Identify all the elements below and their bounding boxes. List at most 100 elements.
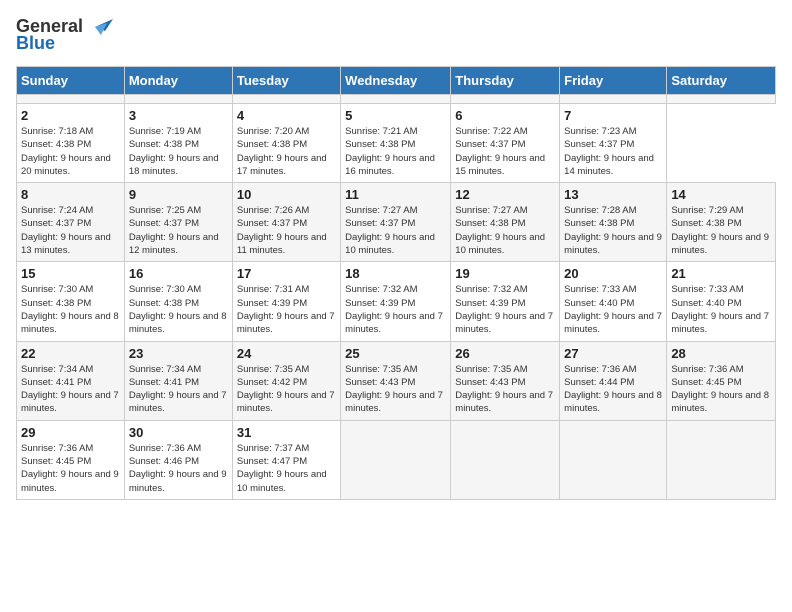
day-info: Sunrise: 7:34 AM Sunset: 4:41 PM Dayligh…	[129, 363, 228, 416]
calendar-cell: 20 Sunrise: 7:33 AM Sunset: 4:40 PM Dayl…	[560, 262, 667, 341]
day-number: 13	[564, 187, 662, 202]
day-number: 26	[455, 346, 555, 361]
day-number: 11	[345, 187, 446, 202]
day-number: 30	[129, 425, 228, 440]
calendar-cell	[17, 95, 125, 104]
calendar-cell: 16 Sunrise: 7:30 AM Sunset: 4:38 PM Dayl…	[124, 262, 232, 341]
day-number: 23	[129, 346, 228, 361]
calendar-cell: 5 Sunrise: 7:21 AM Sunset: 4:38 PM Dayli…	[341, 104, 451, 183]
calendar-cell	[451, 420, 560, 499]
calendar-cell: 27 Sunrise: 7:36 AM Sunset: 4:44 PM Dayl…	[560, 341, 667, 420]
day-number: 20	[564, 266, 662, 281]
day-number: 27	[564, 346, 662, 361]
day-number: 29	[21, 425, 120, 440]
day-number: 16	[129, 266, 228, 281]
calendar-cell: 13 Sunrise: 7:28 AM Sunset: 4:38 PM Dayl…	[560, 183, 667, 262]
calendar-cell: 29 Sunrise: 7:36 AM Sunset: 4:45 PM Dayl…	[17, 420, 125, 499]
calendar-cell: 19 Sunrise: 7:32 AM Sunset: 4:39 PM Dayl…	[451, 262, 560, 341]
day-of-week-header: Saturday	[667, 67, 776, 95]
logo-container: General Blue	[16, 16, 113, 54]
calendar-cell: 15 Sunrise: 7:30 AM Sunset: 4:38 PM Dayl…	[17, 262, 125, 341]
day-info: Sunrise: 7:35 AM Sunset: 4:42 PM Dayligh…	[237, 363, 336, 416]
day-info: Sunrise: 7:20 AM Sunset: 4:38 PM Dayligh…	[237, 125, 336, 178]
day-info: Sunrise: 7:36 AM Sunset: 4:46 PM Dayligh…	[129, 442, 228, 495]
calendar-cell: 23 Sunrise: 7:34 AM Sunset: 4:41 PM Dayl…	[124, 341, 232, 420]
day-number: 28	[671, 346, 771, 361]
calendar-cell	[667, 95, 776, 104]
day-info: Sunrise: 7:19 AM Sunset: 4:38 PM Dayligh…	[129, 125, 228, 178]
day-number: 14	[671, 187, 771, 202]
day-info: Sunrise: 7:18 AM Sunset: 4:38 PM Dayligh…	[21, 125, 120, 178]
logo-bird-icon	[85, 17, 113, 37]
day-of-week-header: Sunday	[17, 67, 125, 95]
calendar-cell	[341, 420, 451, 499]
day-number: 8	[21, 187, 120, 202]
calendar-cell: 17 Sunrise: 7:31 AM Sunset: 4:39 PM Dayl…	[232, 262, 340, 341]
day-info: Sunrise: 7:33 AM Sunset: 4:40 PM Dayligh…	[564, 283, 662, 336]
day-info: Sunrise: 7:37 AM Sunset: 4:47 PM Dayligh…	[237, 442, 336, 495]
day-info: Sunrise: 7:28 AM Sunset: 4:38 PM Dayligh…	[564, 204, 662, 257]
day-number: 3	[129, 108, 228, 123]
day-info: Sunrise: 7:25 AM Sunset: 4:37 PM Dayligh…	[129, 204, 228, 257]
calendar-cell	[341, 95, 451, 104]
calendar-cell	[667, 420, 776, 499]
day-info: Sunrise: 7:27 AM Sunset: 4:37 PM Dayligh…	[345, 204, 446, 257]
calendar-cell: 14 Sunrise: 7:29 AM Sunset: 4:38 PM Dayl…	[667, 183, 776, 262]
day-info: Sunrise: 7:23 AM Sunset: 4:37 PM Dayligh…	[564, 125, 662, 178]
day-number: 21	[671, 266, 771, 281]
calendar-cell: 30 Sunrise: 7:36 AM Sunset: 4:46 PM Dayl…	[124, 420, 232, 499]
day-number: 4	[237, 108, 336, 123]
calendar-table: SundayMondayTuesdayWednesdayThursdayFrid…	[16, 66, 776, 500]
day-info: Sunrise: 7:35 AM Sunset: 4:43 PM Dayligh…	[345, 363, 446, 416]
calendar-cell: 8 Sunrise: 7:24 AM Sunset: 4:37 PM Dayli…	[17, 183, 125, 262]
calendar-cell: 22 Sunrise: 7:34 AM Sunset: 4:41 PM Dayl…	[17, 341, 125, 420]
day-info: Sunrise: 7:32 AM Sunset: 4:39 PM Dayligh…	[455, 283, 555, 336]
day-number: 5	[345, 108, 446, 123]
day-number: 22	[21, 346, 120, 361]
day-number: 15	[21, 266, 120, 281]
page-header: General Blue	[16, 16, 776, 54]
calendar-cell	[232, 95, 340, 104]
calendar-cell	[451, 95, 560, 104]
day-info: Sunrise: 7:30 AM Sunset: 4:38 PM Dayligh…	[129, 283, 228, 336]
calendar-cell: 4 Sunrise: 7:20 AM Sunset: 4:38 PM Dayli…	[232, 104, 340, 183]
day-of-week-header: Friday	[560, 67, 667, 95]
calendar-cell: 21 Sunrise: 7:33 AM Sunset: 4:40 PM Dayl…	[667, 262, 776, 341]
calendar-cell: 26 Sunrise: 7:35 AM Sunset: 4:43 PM Dayl…	[451, 341, 560, 420]
day-info: Sunrise: 7:31 AM Sunset: 4:39 PM Dayligh…	[237, 283, 336, 336]
day-number: 2	[21, 108, 120, 123]
day-info: Sunrise: 7:33 AM Sunset: 4:40 PM Dayligh…	[671, 283, 771, 336]
logo-text-blue: Blue	[16, 33, 55, 54]
calendar-cell: 6 Sunrise: 7:22 AM Sunset: 4:37 PM Dayli…	[451, 104, 560, 183]
calendar-cell: 2 Sunrise: 7:18 AM Sunset: 4:38 PM Dayli…	[17, 104, 125, 183]
calendar-cell: 25 Sunrise: 7:35 AM Sunset: 4:43 PM Dayl…	[341, 341, 451, 420]
day-info: Sunrise: 7:30 AM Sunset: 4:38 PM Dayligh…	[21, 283, 120, 336]
day-of-week-header: Wednesday	[341, 67, 451, 95]
day-number: 9	[129, 187, 228, 202]
day-of-week-header: Monday	[124, 67, 232, 95]
calendar-cell: 24 Sunrise: 7:35 AM Sunset: 4:42 PM Dayl…	[232, 341, 340, 420]
calendar-cell: 31 Sunrise: 7:37 AM Sunset: 4:47 PM Dayl…	[232, 420, 340, 499]
day-number: 10	[237, 187, 336, 202]
calendar-cell: 3 Sunrise: 7:19 AM Sunset: 4:38 PM Dayli…	[124, 104, 232, 183]
day-info: Sunrise: 7:36 AM Sunset: 4:45 PM Dayligh…	[21, 442, 120, 495]
calendar-cell: 12 Sunrise: 7:27 AM Sunset: 4:38 PM Dayl…	[451, 183, 560, 262]
day-of-week-header: Thursday	[451, 67, 560, 95]
calendar-cell: 18 Sunrise: 7:32 AM Sunset: 4:39 PM Dayl…	[341, 262, 451, 341]
day-number: 25	[345, 346, 446, 361]
calendar-cell	[124, 95, 232, 104]
day-number: 18	[345, 266, 446, 281]
day-info: Sunrise: 7:22 AM Sunset: 4:37 PM Dayligh…	[455, 125, 555, 178]
calendar-cell: 10 Sunrise: 7:26 AM Sunset: 4:37 PM Dayl…	[232, 183, 340, 262]
day-info: Sunrise: 7:34 AM Sunset: 4:41 PM Dayligh…	[21, 363, 120, 416]
day-number: 19	[455, 266, 555, 281]
day-info: Sunrise: 7:36 AM Sunset: 4:44 PM Dayligh…	[564, 363, 662, 416]
day-info: Sunrise: 7:32 AM Sunset: 4:39 PM Dayligh…	[345, 283, 446, 336]
day-number: 6	[455, 108, 555, 123]
calendar-cell: 28 Sunrise: 7:36 AM Sunset: 4:45 PM Dayl…	[667, 341, 776, 420]
day-info: Sunrise: 7:24 AM Sunset: 4:37 PM Dayligh…	[21, 204, 120, 257]
day-info: Sunrise: 7:21 AM Sunset: 4:38 PM Dayligh…	[345, 125, 446, 178]
calendar-cell: 11 Sunrise: 7:27 AM Sunset: 4:37 PM Dayl…	[341, 183, 451, 262]
logo: General Blue	[16, 16, 113, 54]
day-number: 24	[237, 346, 336, 361]
